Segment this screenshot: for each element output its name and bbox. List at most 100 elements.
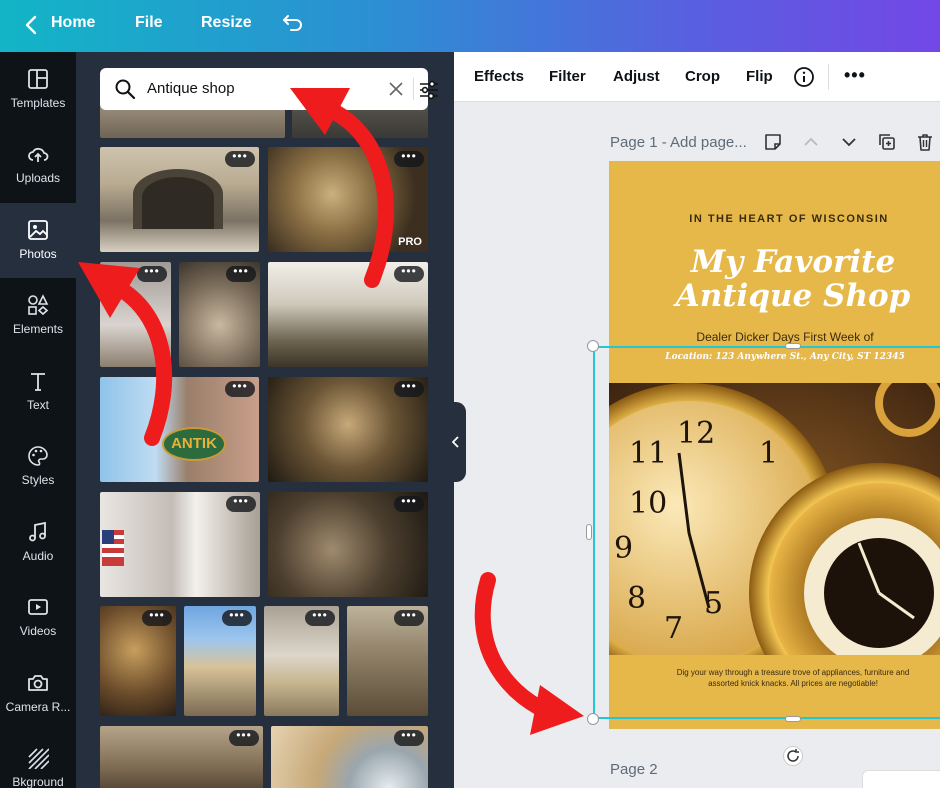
photo-thumbnail[interactable]: ••• [268,492,428,597]
sidebar-item-uploads[interactable]: Uploads [0,127,76,202]
more-options-button[interactable]: ••• [394,380,424,397]
sidebar-item-label: Videos [19,624,57,638]
stripes-icon [28,748,49,769]
chevron-down-icon[interactable] [839,132,859,152]
notes-icon[interactable] [763,132,783,152]
resize-handle-top[interactable] [785,343,801,349]
page-2-label[interactable]: Page 2 [610,761,658,778]
more-options-button[interactable]: ••• [394,495,424,512]
photo-thumbnail[interactable]: ••• [271,726,428,788]
filter-button[interactable]: Filter [549,68,586,85]
selection-box[interactable] [593,346,940,719]
photo-thumbnail[interactable]: ••• [347,606,428,716]
antiquites-arch-illustration [133,169,223,229]
design-subtitle[interactable]: Dealer Dicker Days First Week of [609,330,940,344]
photo-thumbnail[interactable]: ••• PRO [268,147,428,252]
photo-thumbnail[interactable]: ••• [100,492,260,597]
rotate-handle[interactable] [783,746,803,766]
more-options-button[interactable]: ••• [225,380,255,397]
pro-badge: PRO [398,236,422,248]
file-menu[interactable]: File [135,13,163,33]
photo-thumbnail[interactable]: ••• [179,262,260,367]
sidebar-item-templates[interactable]: Templates [0,52,76,127]
search-bar [100,68,438,110]
photo-thumbnail[interactable]: ••• [268,262,428,367]
sidebar-item-camera-roll[interactable]: Camera R... [0,656,76,731]
photo-thumbnail[interactable]: ••• [100,262,171,367]
more-options-button[interactable]: ••• [305,609,335,626]
arrow-to-handle-head [530,685,584,735]
flag-illustration [102,530,124,566]
sidebar-item-background[interactable]: Bkground [0,731,76,788]
photo-thumbnail[interactable]: ••• [100,606,176,716]
chevron-left-icon[interactable] [20,13,44,37]
sidebar-item-label: Text [26,398,49,412]
home-button[interactable]: Home [51,13,95,33]
sidebar-item-label: Camera R... [5,700,71,714]
crop-button[interactable]: Crop [685,68,720,85]
more-options-button[interactable]: ••• [394,609,424,626]
cloud-upload-icon [28,147,49,162]
sidebar-item-audio[interactable]: Audio [0,505,76,580]
more-options-button[interactable]: ••• [226,495,256,512]
design-title-line1: My Favorite [690,244,896,280]
search-input[interactable] [147,80,347,97]
search-divider [413,78,414,100]
duplicate-page-icon[interactable] [877,132,897,152]
more-options-button[interactable]: ••• [142,609,172,626]
sidebar-item-photos[interactable]: Photos [0,203,76,278]
resize-handle-bottom-left[interactable] [587,713,599,725]
sidebar-item-styles[interactable]: Styles [0,429,76,504]
photo-thumbnail[interactable]: ANTIK ••• [100,377,259,482]
collapse-panel-button[interactable] [446,402,466,482]
sidebar-item-label: Styles [21,473,55,487]
photo-thumbnail[interactable]: ••• [100,147,259,252]
trash-icon[interactable] [915,132,935,152]
sidebar-item-text[interactable]: Text [0,354,76,429]
more-options-button[interactable]: ••• [394,729,424,746]
effects-button[interactable]: Effects [474,68,524,85]
photo-thumbnail[interactable]: ••• [268,377,428,482]
more-options-button[interactable]: ••• [844,65,866,86]
photo-thumbnail[interactable]: ••• [100,726,263,788]
sidebar: Templates Uploads Photos Elements Text S… [0,52,76,788]
more-options-button[interactable]: ••• [137,265,167,282]
design-title-line2: Antique Shop [675,278,911,314]
design-eyebrow-text[interactable]: IN THE HEART OF WISCONSIN [609,213,940,225]
resize-button[interactable]: Resize [201,13,252,33]
rotate-icon [787,749,799,762]
text-icon [31,373,45,391]
camera-icon [28,675,48,691]
sidebar-item-elements[interactable]: Elements [0,278,76,353]
top-bar: Home File Resize [0,0,940,52]
more-options-button[interactable]: ••• [394,265,424,282]
resize-handle-bottom[interactable] [785,716,801,722]
music-note-icon [29,521,46,542]
more-options-button[interactable]: ••• [222,609,252,626]
arrow-to-handle-curve [474,572,556,720]
chevron-up-icon[interactable] [801,132,821,152]
more-options-button[interactable]: ••• [394,150,424,167]
search-icon [115,79,136,100]
antik-sign: ANTIK [162,427,226,461]
zoom-control[interactable] [862,770,940,788]
undo-icon[interactable] [281,11,305,35]
adjust-button[interactable]: Adjust [613,68,660,85]
flip-button[interactable]: Flip [746,68,773,85]
photo-icon [28,220,48,240]
more-options-button[interactable]: ••• [226,265,256,282]
page-title[interactable]: Page 1 - Add page... [610,134,747,151]
video-icon [28,599,48,615]
info-icon[interactable] [793,66,815,88]
photo-thumbnail[interactable]: ••• [184,606,256,716]
sidebar-item-videos[interactable]: Videos [0,580,76,655]
close-icon[interactable] [388,81,404,97]
photo-thumbnail[interactable]: ••• [264,606,339,716]
design-title[interactable]: My Favorite Antique Shop [609,245,940,313]
resize-handle-top-left[interactable] [587,340,599,352]
more-options-button[interactable]: ••• [229,729,259,746]
sidebar-item-label: Templates [10,96,66,110]
resize-handle-left[interactable] [586,524,592,540]
more-options-button[interactable]: ••• [225,150,255,167]
filter-sliders-icon[interactable] [418,79,440,101]
